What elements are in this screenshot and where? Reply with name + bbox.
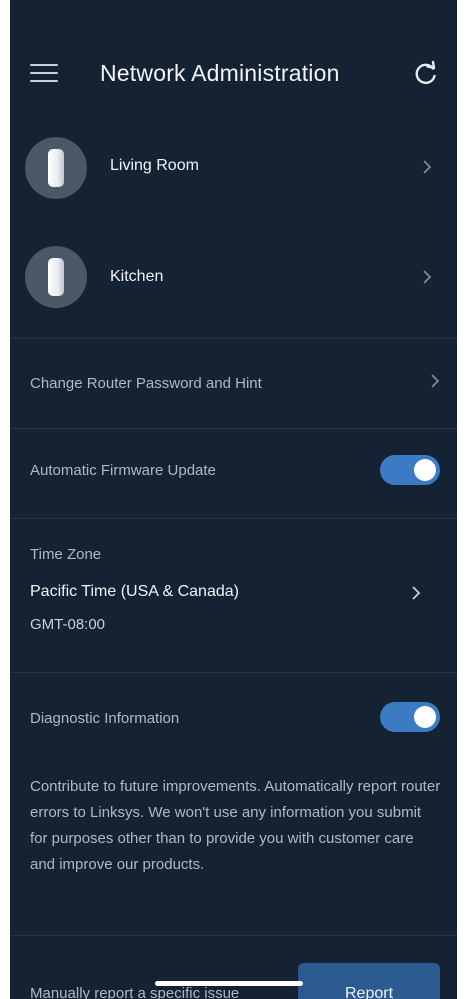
chevron-right-icon: [423, 270, 432, 284]
diagnostic-info-toggle[interactable]: [380, 702, 440, 732]
chevron-right-icon: [412, 586, 421, 600]
chevron-right-icon: [423, 160, 432, 174]
change-password-row[interactable]: Change Router Password and Hint: [10, 360, 457, 410]
time-zone-label: Time Zone: [30, 546, 102, 563]
chevron-right-icon: [431, 374, 440, 388]
node-avatar: [25, 137, 87, 199]
divider: [10, 338, 457, 339]
home-indicator: [155, 981, 303, 986]
node-row-kitchen[interactable]: Kitchen: [10, 246, 457, 316]
velop-node-icon: [48, 149, 64, 187]
hamburger-menu-icon[interactable]: [30, 64, 58, 84]
time-zone-value: Pacific Time (USA & Canada): [30, 583, 239, 600]
refresh-icon[interactable]: [412, 60, 440, 88]
velop-node-icon: [48, 258, 64, 296]
manual-report-label: Manually report a specific issue: [30, 985, 240, 999]
page-title: Network Administration: [100, 60, 340, 86]
node-avatar: [25, 246, 87, 308]
node-row-living-room[interactable]: Living Room: [10, 137, 457, 207]
time-zone-offset: GMT-08:00: [30, 616, 106, 633]
toggle-knob: [414, 706, 436, 728]
node-label: Living Room: [110, 157, 199, 174]
toggle-knob: [414, 459, 436, 481]
divider: [10, 518, 457, 519]
divider: [10, 428, 457, 429]
firmware-update-toggle[interactable]: [380, 455, 440, 485]
firmware-update-label: Automatic Firmware Update: [30, 462, 216, 479]
network-administration-screen: Network Administration Living Room Kitch…: [10, 0, 457, 999]
divider: [10, 935, 457, 936]
report-button[interactable]: Report: [298, 963, 440, 999]
diagnostic-description: Contribute to future improvements. Autom…: [30, 778, 441, 873]
node-label: Kitchen: [110, 268, 164, 285]
change-password-label: Change Router Password and Hint: [30, 375, 262, 392]
diagnostic-info-label: Diagnostic Information: [30, 710, 180, 727]
header-bar: Network Administration: [10, 48, 457, 98]
divider: [10, 672, 457, 673]
